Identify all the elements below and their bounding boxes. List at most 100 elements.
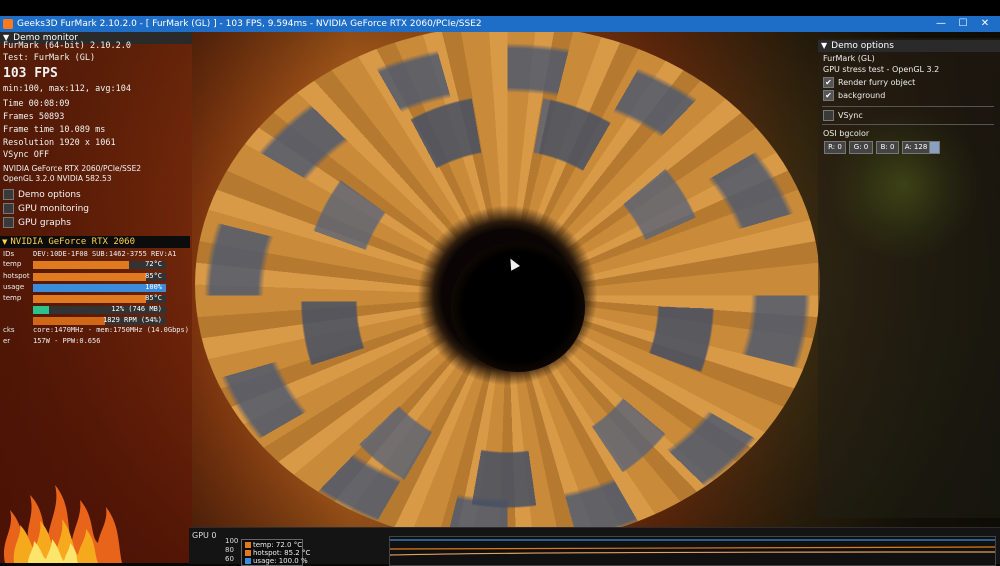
osi-green-field[interactable]: G: 0 (849, 141, 873, 154)
gpu-graphs-label: GPU graphs (18, 218, 71, 228)
frame-time: Frame time 10.089 ms (3, 125, 106, 135)
frame-count: Frames 50893 (3, 112, 65, 122)
gpu-sensor-fill (33, 317, 105, 325)
gpu-clocks-label: cks (3, 326, 15, 334)
vsync-status: VSync OFF (3, 150, 50, 160)
graph-legend: temp: 72.0 °C hotspot: 85.2 °C usage: 10… (241, 539, 310, 566)
demo-options-header[interactable]: ▼ Demo options (818, 40, 1000, 52)
legend-item: temp: 72.0 °C (245, 541, 302, 549)
gpu-sensor-bar: 100% (33, 283, 166, 292)
background-label: background (838, 91, 886, 100)
gpu-sensor-row: temp 72°C (0, 260, 190, 270)
demo-options-panel: ▼ Demo options FurMark (GL) GPU stress te… (818, 38, 1000, 518)
gpu-graphs-toggle[interactable]: GPU graphs (3, 217, 71, 228)
demo-options-title: Demo options (831, 41, 894, 51)
gpu-sensor-label: hotspot (3, 272, 30, 280)
gpu-power-value: 157W - PPW:0.656 (33, 337, 101, 345)
legend-item: hotspot: 85.2 °C (245, 549, 310, 557)
gpu-sensor-label: temp (3, 294, 22, 302)
osi-alpha-field[interactable]: A: 128 (902, 141, 930, 154)
legend-swatch (245, 558, 251, 564)
gpu-graph-label: GPU 0 (192, 531, 217, 540)
window-title-bar[interactable]: Geeks3D FurMark 2.10.2.0 - [ FurMark (GL… (0, 16, 1000, 32)
demo-options-label: Demo options (18, 190, 81, 200)
vsync-checkbox[interactable] (823, 110, 834, 121)
demo-description: GPU stress test - OpenGL 3.2 (823, 65, 940, 74)
render-furry-checkbox[interactable] (823, 77, 834, 88)
gpu-sensor-value: 12% (746 MB) (111, 305, 162, 313)
gpu-sensor-bar: 1829 RPM (54%) (33, 316, 166, 325)
legend-swatch (245, 550, 251, 556)
gpu-sensor-value: 72°C (145, 260, 162, 268)
legend-item: usage: 100.0 % (245, 557, 308, 565)
gpu-sensor-fill (33, 295, 147, 303)
osi-color-swatch[interactable] (929, 141, 940, 154)
collapse-arrow-icon[interactable]: ▼ (821, 40, 827, 52)
gpu-sensor-row: temp 85°C (0, 294, 190, 304)
gpu-monitoring-checkbox[interactable] (3, 203, 14, 214)
gpu-sensor-label: usage (3, 283, 25, 291)
app-icon (3, 19, 13, 29)
background-checkbox[interactable] (823, 90, 834, 101)
gpu-monitoring-toggle[interactable]: GPU monitoring (3, 203, 89, 214)
gpu-name: NVIDIA GeForce RTX 2060 (10, 237, 136, 247)
graph-axis-tick: 60 (225, 555, 234, 563)
legend-swatch (245, 542, 251, 548)
minimize-button[interactable]: — (930, 16, 952, 32)
gpu-graph-plot (389, 536, 996, 566)
close-button[interactable]: ✕ (974, 16, 996, 32)
vsync-toggle[interactable]: VSync (823, 110, 863, 121)
render-furry-toggle[interactable]: Render furry object (823, 77, 915, 88)
osi-red-field[interactable]: R: 0 (824, 141, 846, 154)
gpu-sensor-value: 1829 RPM (54%) (102, 316, 162, 324)
gpu-sensor-bar: 12% (746 MB) (33, 305, 166, 314)
gpu-power-label: er (3, 337, 11, 345)
hotspot-line (390, 546, 995, 550)
osi-blue-field[interactable]: B: 0 (876, 141, 899, 154)
gpu-graphs-checkbox[interactable] (3, 217, 14, 228)
demo-options-checkbox[interactable] (3, 189, 14, 200)
app-version: FurMark (64-bit) 2.10.2.0 (3, 41, 131, 51)
test-name: Test: FurMark (GL) (3, 53, 96, 63)
gpu-sensor-bar: 85°C (33, 294, 166, 303)
gpu-sensor-value: 85°C (145, 294, 162, 302)
legend-text: usage: 100.0 % (253, 557, 308, 565)
gpu-ids-row: IDs DEV:10DE-1F08 SUB:1462-3755 REV:A1 (0, 250, 190, 260)
screen-top-bezel (0, 0, 1000, 16)
gpu-ids-label: IDs (3, 250, 15, 258)
vsync-label: VSync (838, 111, 863, 120)
legend-text: hotspot: 85.2 °C (253, 549, 311, 557)
background-toggle[interactable]: background (823, 90, 885, 101)
maximize-button[interactable]: ☐ (952, 16, 974, 32)
fps-min-max-avg: min:100, max:112, avg:104 (3, 84, 131, 94)
legend-text: temp: 72.0 °C (253, 541, 303, 549)
gpu-sensor-row: usage 100% (0, 283, 190, 293)
gpu-sensor-value: 100% (145, 283, 162, 291)
graph-axis-tick: 80 (225, 546, 234, 554)
window-title: Geeks3D FurMark 2.10.2.0 - [ FurMark (GL… (17, 19, 482, 29)
gpu-sensor-row: hotspot 85°C (0, 272, 190, 282)
temp-line (390, 551, 995, 556)
gpu-power-row: er 157W - PPW:0.656 (0, 337, 190, 347)
gpu-monitor-header: ▼ NVIDIA GeForce RTX 2060 (0, 236, 190, 248)
opengl-version: OpenGL 3.2.0 NVIDIA 582.53 (3, 174, 112, 183)
gpu-graph-monitor: GPU 0 100 80 60 temp: 72.0 °C hotspot: 8… (189, 527, 1000, 566)
demo-options-toggle[interactable]: Demo options (3, 189, 81, 200)
gpu-monitoring-label: GPU monitoring (18, 204, 89, 214)
furmark-flame-logo (3, 485, 123, 563)
gpu-sensor-value: 85°C (145, 272, 162, 280)
gpu-sensor-fill (33, 306, 49, 314)
demo-name: FurMark (GL) (823, 54, 875, 63)
expand-arrow-icon[interactable]: ▼ (2, 238, 7, 246)
graph-axis-tick: 100 (225, 537, 239, 545)
gpu-clocks-row: cks core:1470MHz - mem:1750MHz (14.0Gbps… (0, 326, 190, 336)
gpu-ids-value: DEV:10DE-1F08 SUB:1462-3755 REV:A1 (33, 250, 177, 258)
osi-bgcolor-label: OSI bgcolor (823, 129, 870, 138)
gpu-sensor-row: 1829 RPM (54%) (0, 316, 190, 326)
elapsed-time: Time 00:08:09 (3, 99, 70, 109)
fps-readout: 103 FPS (3, 66, 58, 81)
divider (822, 106, 994, 107)
divider (822, 124, 994, 125)
gpu-clocks-value: core:1470MHz - mem:1750MHz (14.0Gbps) (33, 326, 189, 334)
render-furry-label: Render furry object (838, 78, 916, 87)
